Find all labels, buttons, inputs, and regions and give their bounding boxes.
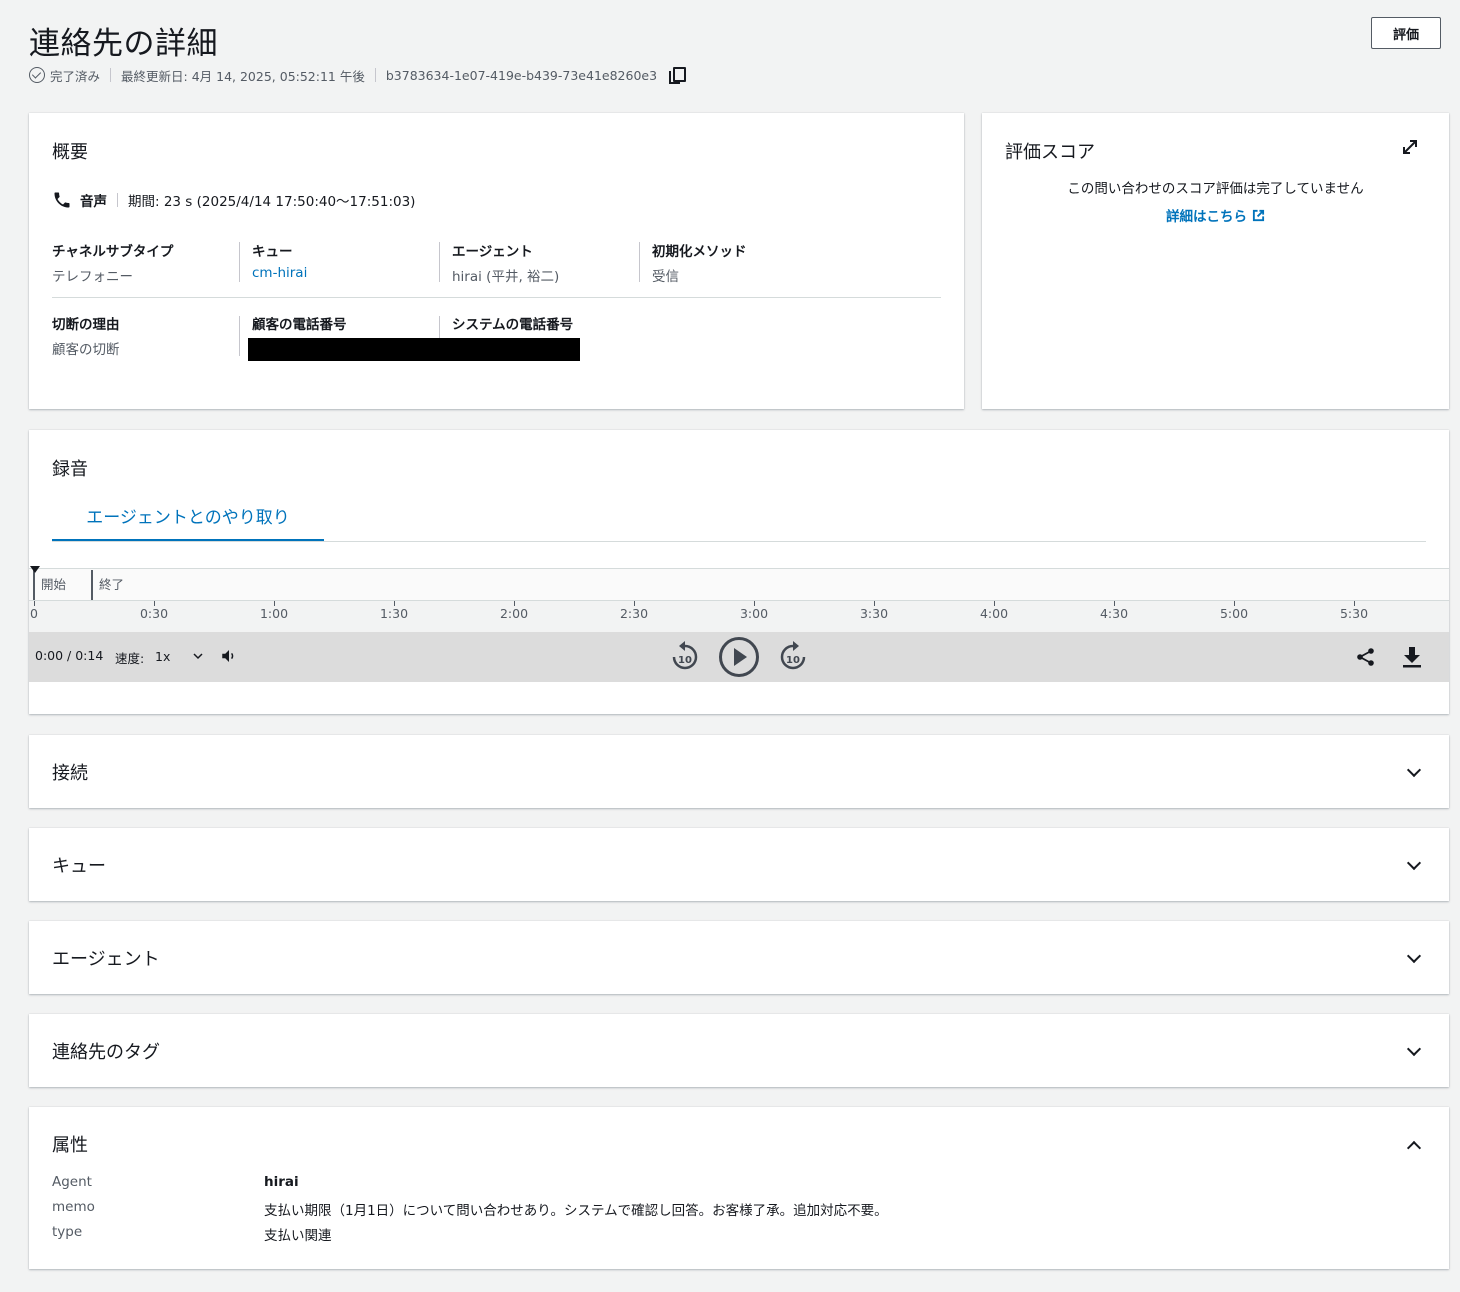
page-title: 連絡先の詳細 (29, 26, 218, 62)
tick-label: 5:00 (1219, 606, 1249, 621)
time-display: 0:00 / 0:14 (35, 648, 104, 663)
tick-label: 3:30 (859, 606, 889, 621)
disconnect-reason-value: 顧客の切断 (52, 342, 120, 358)
tick-label: 3:00 (739, 606, 769, 621)
attribute-value: hirai (264, 1174, 299, 1190)
phone-icon (54, 192, 70, 208)
tick-label: 0 (30, 606, 38, 621)
check-circle-icon (29, 67, 45, 83)
speed-select[interactable]: 1x (149, 644, 209, 668)
timeline-ticks: 0 0:30 1:00 1:30 2:00 2:30 3:00 3:30 4:0… (29, 601, 1449, 632)
agent-value: hirai (平井, 裕二) (452, 269, 560, 285)
learn-more-label: 詳細はこちら (1166, 209, 1247, 225)
tick-label: 1:30 (379, 606, 409, 621)
divider (439, 242, 440, 282)
divider (439, 316, 440, 338)
tab-agent-interaction[interactable]: エージェントとのやり取り (52, 503, 324, 542)
attribute-key: Agent (52, 1174, 92, 1190)
forward-seconds: 10 (786, 655, 800, 666)
tab-divider (52, 541, 1426, 542)
chevron-down-icon[interactable] (1406, 762, 1422, 778)
playhead-icon[interactable] (30, 566, 40, 574)
play-icon[interactable] (717, 636, 761, 678)
attribute-value: 支払い期限（1月1日）について問い合わせあり。システムで確認し回答。お客様了承。… (264, 1203, 888, 1219)
channel-row: 音声 期間: 23 s (2025/4/14 17:50:40〜17:51:03… (52, 189, 415, 211)
summary-divider (52, 297, 941, 298)
recording-title: 録音 (52, 459, 88, 480)
score-message: この問い合わせのスコア評価は完了していません (1067, 181, 1364, 197)
chevron-down-icon[interactable] (1406, 948, 1422, 964)
tick-label: 1:00 (259, 606, 289, 621)
start-marker[interactable]: 開始 (33, 570, 66, 600)
tags-title: 連絡先のタグ (52, 1042, 160, 1063)
tick-label: 2:30 (619, 606, 649, 621)
queue-title: キュー (52, 856, 106, 877)
attributes-section: 属性 (29, 1107, 1449, 1269)
tags-section[interactable]: 連絡先のタグ (29, 1014, 1449, 1087)
volume-icon[interactable] (220, 647, 238, 665)
expand-icon[interactable] (1401, 138, 1419, 156)
tick-label: 4:00 (979, 606, 1009, 621)
tick-label: 4:30 (1099, 606, 1129, 621)
tick-label: 2:00 (499, 606, 529, 621)
agent-label: エージェント (452, 244, 533, 260)
agent-section[interactable]: エージェント (29, 921, 1449, 994)
chevron-down-icon[interactable] (1406, 855, 1422, 871)
attribute-value: 支払い関連 (264, 1228, 332, 1244)
connection-section[interactable]: 接続 (29, 735, 1449, 808)
chevron-down-icon (193, 653, 203, 660)
chevron-down-icon[interactable] (1406, 1041, 1422, 1057)
queue-link[interactable]: cm-hirai (252, 265, 307, 281)
evaluate-button[interactable]: 評価 (1371, 17, 1441, 49)
share-icon[interactable] (1356, 647, 1376, 667)
contact-id: b3783634-1e07-419e-b439-73e41e8260e3 (385, 67, 658, 83)
external-link-icon (1252, 209, 1265, 222)
divider (239, 242, 240, 282)
redacted-phone-numbers (248, 338, 580, 361)
attribute-key: memo (52, 1199, 95, 1215)
forward-10-icon[interactable]: 10 (777, 640, 809, 674)
last-updated: 最終更新日: 4月 14, 2025, 05:52:11 午後 (121, 68, 365, 84)
download-icon[interactable] (1401, 645, 1423, 669)
init-method-value: 受信 (652, 269, 679, 285)
divider (374, 68, 376, 82)
agent-title: エージェント (52, 949, 160, 970)
connection-title: 接続 (52, 763, 88, 784)
rewind-10-icon[interactable]: 10 (669, 640, 701, 674)
tick-label: 5:30 (1339, 606, 1369, 621)
channel-subtype-value: テレフォニー (52, 269, 133, 285)
summary-card (29, 113, 964, 409)
divider (639, 242, 640, 282)
queue-label: キュー (252, 244, 293, 260)
end-marker[interactable]: 終了 (91, 570, 124, 600)
init-method-label: 初期化メソッド (652, 244, 747, 260)
rewind-seconds: 10 (678, 655, 692, 666)
channel-type: 音声 (80, 194, 107, 210)
learn-more-link[interactable]: 詳細はこちら (982, 205, 1449, 225)
score-title: 評価スコア (1005, 142, 1095, 163)
speed-value: 1x (155, 648, 171, 664)
copy-icon[interactable] (669, 67, 687, 84)
tick-label: 0:30 (139, 606, 169, 621)
meta-row: 完了済み 最終更新日: 4月 14, 2025, 05:52:11 午後 b37… (29, 65, 687, 85)
queue-section[interactable]: キュー (29, 828, 1449, 901)
summary-title: 概要 (52, 142, 88, 163)
disconnect-reason-label: 切断の理由 (52, 317, 120, 333)
customer-phone-label: 顧客の電話番号 (252, 317, 347, 333)
divider (110, 68, 112, 82)
chevron-up-icon[interactable] (1406, 1140, 1422, 1156)
attribute-key: type (52, 1224, 83, 1240)
timeline-track[interactable] (29, 568, 1449, 601)
duration: 期間: 23 s (2025/4/14 17:50:40〜17:51:03) (128, 194, 416, 210)
divider (239, 316, 240, 356)
system-phone-label: システムの電話番号 (452, 317, 574, 333)
divider (117, 193, 118, 207)
speed-label: 速度: (115, 651, 145, 666)
attributes-title: 属性 (52, 1135, 88, 1156)
status-text: 完了済み (50, 68, 101, 84)
channel-subtype-label: チャネルサブタイプ (52, 244, 174, 260)
